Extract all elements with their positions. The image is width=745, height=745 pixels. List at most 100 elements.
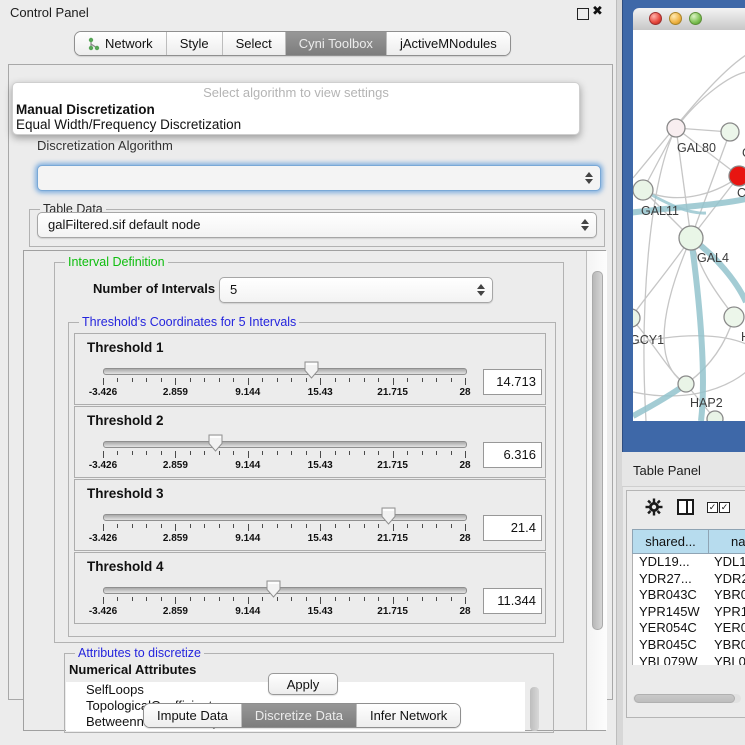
cell-shared-name[interactable]: YDR27... (633, 571, 709, 586)
network-node-label: H (741, 330, 745, 344)
network-node[interactable] (667, 119, 685, 137)
slider-ticks: -3.4262.8599.14415.4321.71528 (103, 451, 465, 460)
cell-shared-name[interactable]: YBR043C (633, 587, 709, 602)
horizontal-scrollbar[interactable] (633, 694, 741, 703)
float-window-icon[interactable] (577, 8, 589, 20)
cell-shared-name[interactable]: YPR145W (633, 604, 709, 619)
tab-jactivemnodules[interactable]: jActiveMNodules (386, 32, 510, 55)
network-window-titlebar[interactable] (633, 8, 745, 31)
apply-button[interactable]: Apply (268, 673, 338, 695)
cell-shared-name[interactable]: YER054C (633, 620, 709, 635)
threshold-label: Threshold 4 (87, 559, 164, 574)
network-node[interactable] (679, 226, 703, 250)
screenshot-root: Control Panel ✖ Network StyleSelectCyni T… (0, 0, 745, 745)
algorithm-option[interactable]: Manual Discretization (16, 102, 155, 117)
cell-name[interactable]: YER0 (709, 620, 745, 635)
tick-label: 21.715 (377, 533, 408, 544)
vertical-scrollbar[interactable] (586, 251, 607, 730)
slider-track[interactable] (103, 587, 467, 594)
threshold-value-field[interactable]: 21.4 (483, 515, 542, 541)
close-icon[interactable]: ✖ (592, 3, 603, 19)
tick-label: 9.144 (235, 533, 260, 544)
threshold-value-field[interactable]: 14.713 (483, 369, 542, 395)
table-row[interactable]: YBL079WYBL0 (633, 654, 745, 665)
threshold-value-field[interactable]: 6.316 (483, 442, 542, 468)
control-panel-titlebar: Control Panel ✖ (0, 0, 616, 26)
cell-shared-name[interactable]: YDL19... (633, 554, 709, 569)
checkbox-checked-icon[interactable]: ✓ (707, 502, 718, 513)
network-node-label: C (737, 186, 745, 200)
split-column-icon[interactable] (677, 499, 694, 515)
threshold-value-field[interactable]: 11.344 (483, 588, 542, 614)
numerical-attributes-label: Numerical Attributes (69, 662, 196, 677)
gear-icon[interactable] (645, 498, 663, 516)
slider-track[interactable] (103, 368, 467, 375)
cell-name[interactable]: YPR1 (709, 604, 745, 619)
minimize-traffic-light-icon[interactable] (669, 12, 682, 25)
network-node[interactable] (721, 123, 739, 141)
horizontal-scrollbar-thumb[interactable] (634, 694, 735, 703)
slider-thumb[interactable] (208, 434, 223, 452)
table-panel-title: Table Panel (633, 463, 701, 478)
tab-style[interactable]: Style (166, 32, 222, 55)
network-canvas[interactable]: GAL80GACGAL11GAL4GCY1HHAP2 (633, 30, 745, 421)
tick-label: -3.426 (89, 533, 117, 544)
slider-thumb[interactable] (304, 361, 319, 379)
zoom-traffic-light-icon[interactable] (689, 12, 702, 25)
table-row[interactable]: YBR043CYBR0 (633, 587, 745, 604)
combo-arrows-icon (585, 172, 593, 184)
network-node[interactable] (707, 411, 723, 421)
network-node[interactable] (724, 307, 744, 327)
algorithm-option[interactable]: Equal Width/Frequency Discretization (16, 117, 241, 132)
tab-select[interactable]: Select (222, 32, 285, 55)
tick-label: 21.715 (377, 460, 408, 471)
cell-name[interactable]: YBR0 (709, 637, 745, 652)
tab-label: Network (105, 36, 153, 51)
table-row[interactable]: YDR27...YDR2 (633, 571, 745, 588)
tab-cyni-toolbox[interactable]: Cyni Toolbox (285, 32, 386, 55)
network-node-label: GAL80 (677, 141, 716, 155)
cell-name[interactable]: YDL1 (709, 554, 745, 569)
slider-thumb[interactable] (381, 507, 396, 525)
cell-name[interactable]: YDR2 (709, 571, 745, 586)
network-node[interactable] (729, 166, 745, 186)
tab-impute-data[interactable]: Impute Data (144, 704, 241, 727)
table-row[interactable]: YPR145WYPR1 (633, 604, 745, 621)
column-header-shared-name[interactable]: shared... (632, 529, 709, 554)
attributes-list-scrollbar[interactable] (530, 687, 539, 731)
tab-network[interactable]: Network (75, 32, 166, 55)
tab-infer-network[interactable]: Infer Network (356, 704, 460, 727)
network-node[interactable] (633, 180, 653, 200)
network-node[interactable] (633, 309, 640, 327)
slider-track[interactable] (103, 514, 467, 521)
close-traffic-light-icon[interactable] (649, 12, 662, 25)
network-node[interactable] (678, 376, 694, 392)
slider-thumb[interactable] (266, 580, 281, 598)
table-row[interactable]: YER054CYER0 (633, 620, 745, 637)
cell-shared-name[interactable]: YBR045C (633, 637, 709, 652)
number-of-intervals-select[interactable]: 5 (219, 277, 493, 303)
number-of-intervals-value: 5 (230, 282, 237, 297)
checkbox-checked-icon[interactable]: ✓ (719, 502, 730, 513)
table-panel: ✓ ✓ shared... name YDL19...YDL1YDR27...Y… (626, 490, 745, 718)
network-graph: GAL80GACGAL11GAL4GCY1HHAP2 (633, 30, 745, 421)
cell-name[interactable]: YBL0 (709, 654, 745, 665)
tab-discretize-data[interactable]: Discretize Data (241, 704, 356, 727)
table-row[interactable]: YBR045CYBR0 (633, 637, 745, 654)
vertical-scrollbar-thumb[interactable] (592, 271, 603, 630)
cell-name[interactable]: YBR0 (709, 587, 745, 602)
cell-shared-name[interactable]: YBL079W (633, 654, 709, 665)
tab-label: Infer Network (370, 708, 447, 723)
table-data-select[interactable]: galFiltered.sif default node (37, 212, 597, 238)
column-header-name[interactable]: name (708, 529, 745, 554)
top-tab-bar: Network StyleSelectCyni ToolboxjActiveMNo… (74, 31, 511, 56)
tick-label: -3.426 (89, 460, 117, 471)
node-table: shared... name YDL19...YDL1YDR27...YDR2Y… (632, 529, 745, 665)
tick-label: 15.43 (308, 533, 333, 544)
table-row[interactable]: YDL19...YDL1 (633, 554, 745, 571)
network-edge (664, 238, 691, 384)
algorithm-select[interactable] (37, 165, 601, 191)
slider-track[interactable] (103, 441, 467, 448)
settings-scroll-pane: Interval Definition Number of Intervals … (23, 250, 606, 731)
network-edge (686, 317, 734, 384)
